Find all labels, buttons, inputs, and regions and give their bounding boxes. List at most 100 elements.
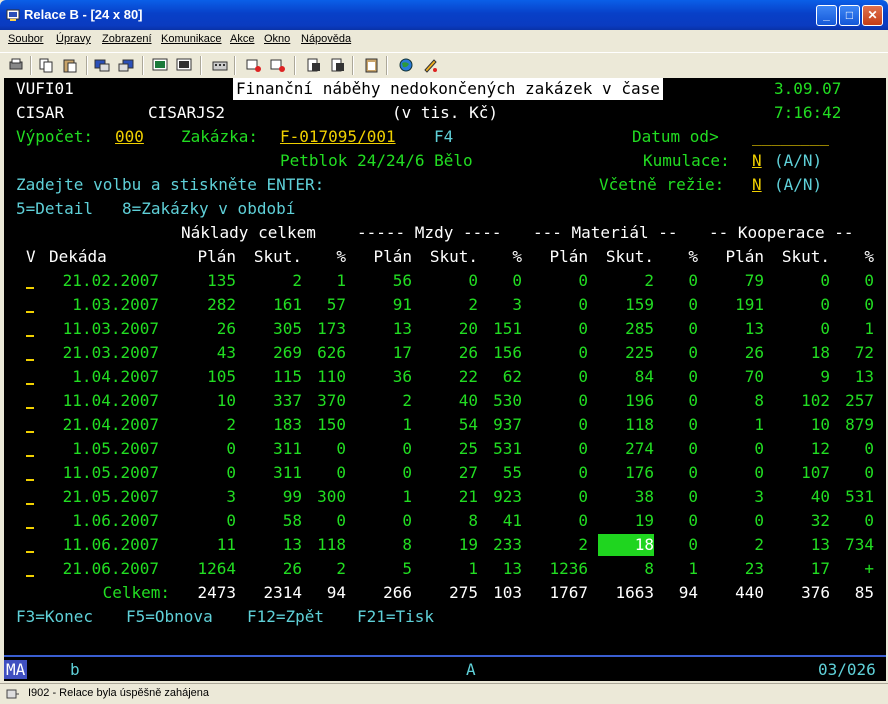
send-icon[interactable]: [92, 55, 112, 75]
row-cell: 0: [754, 439, 764, 458]
row-cell: 156: [493, 343, 522, 362]
row-cell: 0: [578, 463, 588, 482]
menu-napoveda[interactable]: Nápověda: [301, 33, 351, 45]
vypocet-input[interactable]: 000: [115, 126, 144, 148]
row-cell: 150: [317, 415, 346, 434]
row-cell: 0: [688, 391, 698, 410]
row-select-input[interactable]: [26, 335, 34, 337]
col-header: %: [512, 247, 522, 266]
row-cell: 0: [688, 511, 698, 530]
row-dekada: 1.04.2007: [72, 367, 159, 386]
zakazka-input[interactable]: F-017095/001: [280, 126, 396, 148]
row-cell: 13: [854, 367, 874, 386]
row-cell: 8: [402, 535, 412, 554]
menu-upravy[interactable]: Úpravy: [56, 33, 91, 45]
totals-label: Celkem:: [102, 583, 170, 602]
record-icon[interactable]: [244, 55, 264, 75]
row-dekada: 21.02.2007: [62, 271, 159, 290]
receive-icon[interactable]: [116, 55, 136, 75]
row-select-input[interactable]: [26, 287, 34, 289]
menu-akce[interactable]: Akce: [230, 33, 254, 45]
print-icon[interactable]: [6, 55, 26, 75]
globe-icon[interactable]: [396, 55, 416, 75]
close-button[interactable]: ✕: [862, 5, 883, 26]
menu-okno[interactable]: Okno: [264, 33, 290, 45]
row-cell: 0: [688, 319, 698, 338]
clipboard-icon[interactable]: [362, 55, 382, 75]
zakazka-prompt-key: F4: [434, 127, 454, 146]
menu-soubor[interactable]: Soubor: [8, 33, 43, 45]
terminal-app-icon[interactable]: [6, 8, 20, 22]
stop-icon[interactable]: [304, 55, 324, 75]
row-cell: 0: [578, 487, 588, 506]
row-select-input[interactable]: [26, 407, 34, 409]
row-cell: 0: [864, 463, 874, 482]
row-cell: 0: [578, 439, 588, 458]
row-cell: 26: [744, 343, 764, 362]
customer-name: Petblok 24/24/6 Bělo: [280, 151, 473, 170]
row-select-input[interactable]: [26, 359, 34, 361]
row-select-input[interactable]: [26, 431, 34, 433]
row-cell: 0: [864, 295, 874, 314]
row-select-input[interactable]: [26, 527, 34, 529]
rezie-label: Včetně režie:: [599, 175, 725, 194]
row-cell: 3: [226, 487, 236, 506]
row-select-input[interactable]: [26, 311, 34, 313]
unit-label: (v tis. Kč): [392, 103, 498, 122]
transfer-up-icon[interactable]: [328, 55, 348, 75]
row-cell: 0: [578, 343, 588, 362]
indicator-a: A: [466, 660, 476, 679]
row-dekada: 21.06.2007: [62, 559, 159, 578]
row-select-input[interactable]: [26, 455, 34, 457]
row-select-input[interactable]: [26, 575, 34, 577]
kumulace-input[interactable]: N: [752, 150, 762, 172]
keyboard-icon[interactable]: [210, 55, 230, 75]
options-text: 5=Detail 8=Zakázky v období: [16, 199, 296, 218]
row-cell: 1: [336, 271, 346, 290]
macro-icon[interactable]: [174, 55, 194, 75]
playback-icon[interactable]: [268, 55, 288, 75]
mode-indicator: MA: [4, 660, 28, 679]
row-cell: 530: [493, 391, 522, 410]
title-bar[interactable]: Relace B - [24 x 80] _ □ ✕: [0, 0, 888, 30]
row-cell: 10: [216, 391, 236, 410]
row-cell: 300: [317, 487, 346, 506]
fkey-f12[interactable]: F12=Zpět: [247, 606, 324, 628]
row-select-input[interactable]: [26, 551, 34, 553]
row-cell: 1264: [197, 559, 236, 578]
minimize-button[interactable]: _: [816, 5, 837, 26]
copy-icon[interactable]: [36, 55, 56, 75]
row-cell: 0: [688, 415, 698, 434]
menu-komunikace[interactable]: Komunikace: [161, 33, 222, 45]
help-icon[interactable]: [420, 55, 440, 75]
datum-input[interactable]: ________: [752, 126, 829, 148]
row-select-input[interactable]: [26, 479, 34, 481]
fkey-f5[interactable]: F5=Obnova: [126, 606, 213, 628]
menu-zobrazeni[interactable]: Zobrazení: [102, 33, 152, 45]
row-cell: 370: [317, 391, 346, 410]
paste-icon[interactable]: [60, 55, 80, 75]
fkey-f21[interactable]: F21=Tisk: [357, 606, 434, 628]
rezie-input[interactable]: N: [752, 174, 762, 196]
row-cell: 1236: [549, 559, 588, 578]
row-cell: 0: [688, 271, 698, 290]
cursor-position: 03/026: [818, 660, 876, 679]
fkey-f3[interactable]: F3=Konec: [16, 606, 93, 628]
row-cell: 118: [317, 535, 346, 554]
row-select-input[interactable]: [26, 383, 34, 385]
row-cell: 1: [402, 415, 412, 434]
row-cell: 91: [392, 295, 412, 314]
display-icon[interactable]: [150, 55, 170, 75]
row-cell: 13: [392, 319, 412, 338]
row-cell: 17: [392, 343, 412, 362]
row-cell: 0: [578, 367, 588, 386]
row-select-input[interactable]: [26, 503, 34, 505]
maximize-button[interactable]: □: [839, 5, 860, 26]
totals-cell: 94: [326, 583, 346, 602]
indicator-b: b: [70, 660, 80, 679]
row-cell: 0: [754, 463, 764, 482]
row-cell: 0: [688, 487, 698, 506]
totals-cell: 85: [854, 583, 874, 602]
terminal-screen[interactable]: VUFI01 Finanční náběhy nedokončených zak…: [4, 78, 886, 662]
row-cell: 257: [845, 391, 874, 410]
